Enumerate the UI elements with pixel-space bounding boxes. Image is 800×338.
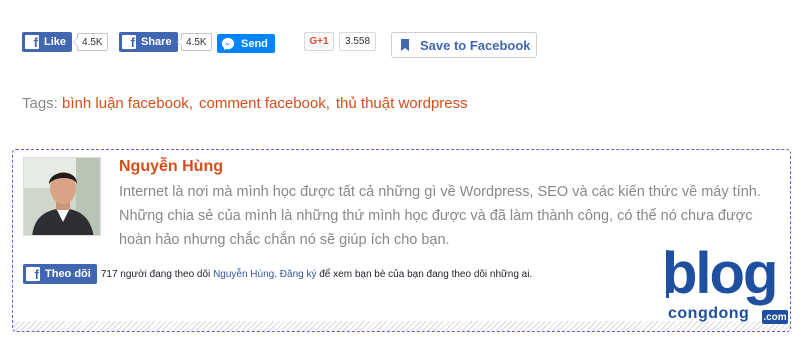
facebook-icon: f	[122, 35, 136, 49]
send-label: Send	[241, 37, 268, 50]
like-count-value: 4.5K	[82, 36, 103, 48]
logo-congdong-word: congdong	[668, 305, 750, 322]
follow-text-after: để xem bạn bè của bạn đang theo dõi nhữn…	[316, 268, 533, 280]
follow-description: 717 người đang theo dõi Nguyễn Hùng. Đăn…	[101, 269, 532, 280]
logo-com-badge: .com	[762, 310, 788, 324]
save-to-facebook-button[interactable]: Save to Facebook	[391, 32, 537, 58]
follow-author-link[interactable]: Nguyễn Hùng	[213, 269, 274, 280]
facebook-like-button[interactable]: f Like	[22, 32, 73, 52]
blogcongdong-logo: blog congdong .com	[662, 244, 790, 330]
facebook-share-button[interactable]: f Share	[119, 32, 178, 52]
tag-link[interactable]: thủ thuật wordpress	[336, 95, 468, 112]
like-label: Like	[44, 36, 67, 48]
google-plus-button[interactable]: G+1	[304, 32, 334, 51]
share-count: 4.5K	[177, 33, 212, 51]
social-share-bar: f Like 4.5K f Share 4.5K Send G+1 3.558 …	[0, 0, 800, 70]
tags-label: Tags:	[22, 95, 58, 112]
share-count-value: 4.5K	[186, 36, 207, 48]
tag-separator: ,	[325, 95, 330, 112]
facebook-follow-row: f Theo dõi 717 người đang theo dõi Nguyễ…	[23, 264, 532, 284]
google-plus-count-value: 3.558	[345, 36, 371, 47]
logo-blog-word: blog	[662, 241, 778, 306]
tag-link[interactable]: bình luận facebook	[62, 95, 189, 112]
facebook-icon: f	[25, 35, 39, 49]
facebook-icon: f	[26, 267, 40, 281]
author-name[interactable]: Nguyễn Hùng	[119, 158, 223, 176]
google-plus-count: 3.558	[339, 32, 377, 51]
follow-label: Theo dõi	[45, 268, 91, 280]
follow-text-before: 717 người đang theo dõi	[100, 268, 214, 280]
register-link[interactable]: Đăng ký	[280, 269, 317, 280]
messenger-icon	[221, 37, 235, 50]
save-label: Save to Facebook	[420, 37, 531, 53]
facebook-follow-button[interactable]: f Theo dõi	[23, 264, 97, 284]
bookmark-icon	[401, 39, 409, 51]
share-label: Share	[141, 36, 172, 48]
author-avatar	[23, 157, 101, 236]
messenger-send-button[interactable]: Send	[217, 34, 275, 53]
tags-line: Tags: bình luận facebook, comment faceboo…	[22, 95, 468, 112]
tag-separator: ,	[188, 95, 193, 112]
like-count: 4.5K	[73, 33, 108, 51]
author-photo	[24, 158, 100, 235]
google-plus-label: G+1	[309, 36, 329, 47]
tag-link[interactable]: comment facebook	[199, 95, 326, 112]
